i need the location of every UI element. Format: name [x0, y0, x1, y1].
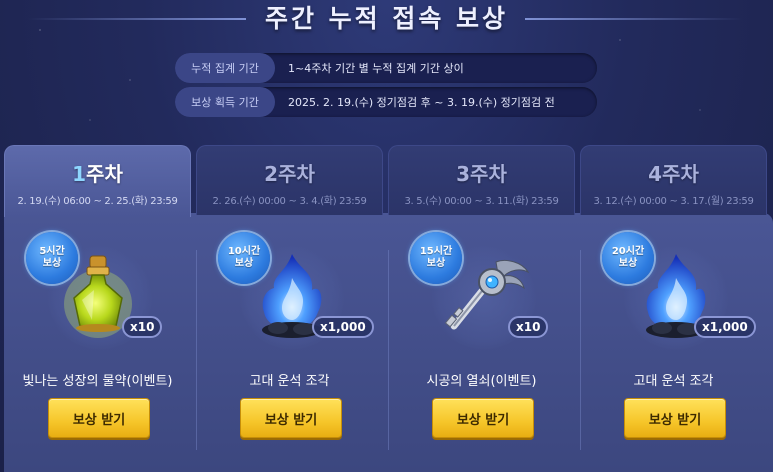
reward-visual: 10시간 보상 x1,000: [196, 220, 383, 360]
reward-visual: 5시간 보상 x10: [4, 220, 191, 360]
title-decoration-right: [525, 18, 743, 20]
item-name: 시공의 열쇠(이벤트): [426, 374, 537, 389]
quantity-badge: x1,000: [694, 316, 756, 338]
info-row-reward-period: 보상 획득 기간 2025. 2. 19.(수) 정기점검 후 ~ 3. 19.…: [175, 87, 597, 117]
info-row-aggregation-period: 누적 집계 기간 1~4주차 기간 별 누적 집계 기간 상이: [175, 53, 597, 83]
tab-date: 2. 26.(수) 00:00 ~ 3. 4.(화) 23:59: [212, 196, 367, 207]
item-name: 고대 운석 조각: [633, 374, 714, 389]
reward-card-week-4: 20시간 보상 x1,000 고대 운석 조각 보상 받기: [580, 220, 767, 472]
hours-badge: 5시간 보상: [26, 232, 78, 284]
tab-week-2[interactable]: 2주차 2. 26.(수) 00:00 ~ 3. 4.(화) 23:59: [196, 145, 383, 215]
claim-reward-button[interactable]: 보상 받기: [624, 398, 726, 438]
hours-badge: 10시간 보상: [218, 232, 270, 284]
reward-visual: 20시간 보상 x1,000: [580, 220, 767, 360]
tab-week-3[interactable]: 3주차 3. 5.(수) 00:00 ~ 3. 11.(화) 23:59: [388, 145, 575, 215]
reward-card-week-3: 15시간 보상 x10 시공의 열쇠(이벤트) 보상 받기: [388, 220, 575, 472]
item-name: 빛나는 성장의 물약(이벤트): [22, 374, 173, 389]
tab-title: 2주차: [264, 162, 315, 186]
tab-week-4[interactable]: 4주차 3. 12.(수) 00:00 ~ 3. 17.(월) 23:59: [580, 145, 767, 215]
info-label: 누적 집계 기간: [175, 53, 275, 83]
quantity-badge: x10: [508, 316, 549, 338]
tab-title: 1주차: [72, 162, 123, 186]
quantity-badge: x1,000: [312, 316, 374, 338]
tab-date: 3. 5.(수) 00:00 ~ 3. 11.(화) 23:59: [404, 196, 559, 207]
reward-card-week-1: 5시간 보상 x10 빛나는 성장의 물약(이벤트) 보상 받기: [4, 220, 191, 472]
page-title: 주간 누적 접속 보상: [264, 4, 509, 33]
info-value: 2025. 2. 19.(수) 정기점검 후 ~ 3. 19.(수) 정기점검 …: [288, 96, 555, 109]
tab-title: 4주차: [648, 162, 699, 186]
hours-badge: 15시간 보상: [410, 232, 462, 284]
hours-badge: 20시간 보상: [602, 232, 654, 284]
reward-visual: 15시간 보상 x10: [388, 220, 575, 360]
title-decoration-left: [28, 18, 246, 20]
info-label: 보상 획득 기간: [175, 87, 275, 117]
title-bar: 주간 누적 접속 보상: [0, 0, 773, 40]
tab-date: 3. 12.(수) 00:00 ~ 3. 17.(월) 23:59: [593, 196, 754, 207]
tab-date: 2. 19.(수) 06:00 ~ 2. 25.(화) 23:59: [17, 196, 178, 207]
quantity-badge: x10: [122, 316, 163, 338]
claim-reward-button[interactable]: 보상 받기: [432, 398, 534, 438]
info-value: 1~4주차 기간 별 누적 집계 기간 상이: [288, 62, 464, 75]
claim-reward-button[interactable]: 보상 받기: [48, 398, 150, 438]
item-name: 고대 운석 조각: [249, 374, 330, 389]
tab-title: 3주차: [456, 162, 507, 186]
tab-week-1[interactable]: 1주차 2. 19.(수) 06:00 ~ 2. 25.(화) 23:59: [4, 145, 191, 217]
reward-card-week-2: 10시간 보상 x1,000 고대 운석 조각 보상 받기: [196, 220, 383, 472]
claim-reward-button[interactable]: 보상 받기: [240, 398, 342, 438]
